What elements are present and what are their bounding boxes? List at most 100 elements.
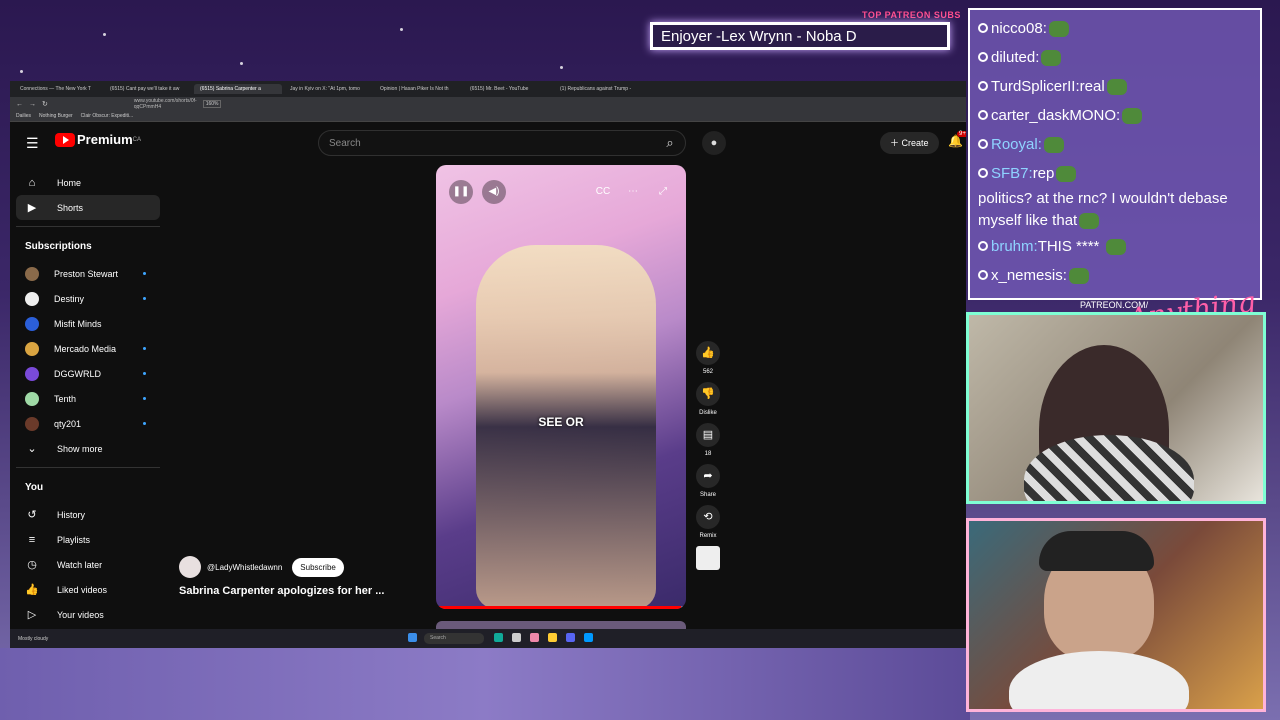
chat-badge-icon (978, 270, 988, 280)
search-icon[interactable]: ⌕ (653, 131, 687, 155)
url-field[interactable]: www.youtube.com/shorts/0f-qqCPmmH4 (134, 98, 197, 110)
sound-thumbnail[interactable] (695, 546, 721, 570)
browser-tab[interactable]: (6515) Sabrina Carpenter a (194, 84, 282, 94)
short-video-player[interactable]: ❚❚ ◀) CC ⋯ ⤢ SEE OR (436, 165, 686, 609)
discord-icon[interactable] (566, 633, 575, 642)
subscribe-button[interactable]: Subscribe (292, 557, 344, 577)
sidebar-item-history[interactable]: ↺ History (16, 502, 160, 527)
channel-avatar (25, 416, 39, 431)
guest-cap (1039, 531, 1154, 571)
emote-icon (1048, 21, 1069, 38)
browser-tab[interactable]: (6515) Cant pay we'll take it aw (104, 84, 192, 94)
top-subs-ticker: Enjoyer -Lex Wrynn - Noba D (650, 22, 950, 50)
browser-window: Connections — The New York T (6515) Cant … (10, 81, 966, 648)
channel-avatar[interactable] (179, 556, 201, 578)
browser-tab[interactable]: Jay in Kyiv on X: "At 1pm, tomo (284, 84, 372, 94)
channel-name[interactable]: @LadyWhistledawnn (207, 563, 282, 572)
weather-widget[interactable]: Mostly cloudy (18, 636, 48, 642)
new-content-dot (143, 347, 146, 350)
chat-message: politics? at the rnc? I wouldn't debase … (978, 188, 1252, 232)
browser-tab[interactable]: Opinion | Hasan Piker Is Not th (374, 84, 462, 94)
sidebar-item-subscription[interactable]: Preston Stewart (16, 261, 160, 286)
back-icon[interactable]: ← (16, 101, 23, 108)
more-icon[interactable]: ⋯ (621, 180, 645, 204)
chat-badge-icon (978, 241, 988, 251)
video-caption: SEE OR (538, 415, 584, 429)
star (400, 28, 403, 31)
bookmark-item[interactable]: Nothing Burger (39, 113, 73, 119)
youtube-logo[interactable]: Premium CA (55, 132, 141, 147)
dislike-button[interactable]: 👎 Dislike (695, 382, 721, 416)
sidebar-item-label: Destiny (54, 293, 85, 304)
taskbar-icons (408, 633, 417, 642)
task-view-icon[interactable] (512, 633, 521, 642)
sidebar-item-playlists[interactable]: ≡ Playlists (16, 527, 160, 552)
sidebar-item-label: Shorts (57, 202, 84, 213)
watch-later-icon: ◷ (27, 559, 37, 571)
show-more-label: Show more (57, 443, 103, 454)
fullscreen-icon[interactable]: ⤢ (651, 180, 675, 204)
video-progress-bar[interactable] (436, 606, 686, 609)
create-button[interactable]: ＋ Create (880, 132, 939, 154)
share-button[interactable]: ➦ Share (695, 464, 721, 498)
notification-badge: 9+ (957, 131, 966, 137)
remix-button[interactable]: ⟲ Remix (695, 505, 721, 539)
edge-icon[interactable] (494, 633, 503, 642)
sidebar-item-label: Home (57, 177, 82, 188)
sidebar-item-label: History (57, 509, 86, 520)
comments-button[interactable]: ▤ 18 (695, 423, 721, 457)
chat-badge-icon (978, 110, 988, 120)
you-heading[interactable]: You (16, 474, 160, 502)
channel-avatar (25, 341, 39, 356)
search-input[interactable]: Search (318, 130, 686, 156)
reload-icon[interactable]: ↻ (42, 100, 48, 108)
new-content-dot (143, 422, 146, 425)
subscriptions-heading[interactable]: Subscriptions (16, 233, 160, 261)
chat-username: SFB7: (991, 165, 1033, 182)
chrome-icon[interactable] (530, 633, 539, 642)
volume-icon[interactable]: ◀) (482, 180, 506, 204)
sidebar-item-label: Your videos (57, 609, 104, 620)
start-icon[interactable] (408, 633, 417, 642)
sidebar-item-watch-later[interactable]: ◷ Watch later (16, 552, 160, 577)
captions-icon[interactable]: CC (591, 180, 615, 204)
short-title[interactable]: Sabrina Carpenter apologizes for her ... (179, 585, 384, 597)
show-more-button[interactable]: ⌄ Show more (16, 436, 160, 461)
forward-icon[interactable]: → (29, 101, 36, 108)
sidebar-item-subscription[interactable]: DGGWRLD (16, 361, 160, 386)
steam-icon[interactable] (584, 633, 593, 642)
folder-icon[interactable] (548, 633, 557, 642)
chat-message: SFB7:rep (978, 159, 1252, 188)
browser-tab[interactable]: Connections — The New York T (14, 84, 102, 94)
channel-avatar (25, 316, 39, 331)
sidebar-item-subscription[interactable]: Tenth (16, 386, 160, 411)
logo-country: CA (132, 136, 141, 143)
chat-message: nicco08: (978, 14, 1252, 43)
channel-avatar (25, 366, 39, 381)
pause-icon[interactable]: ❚❚ (449, 180, 473, 204)
sidebar-item-subscription[interactable]: Mercado Media (16, 336, 160, 361)
browser-tab[interactable]: (6515) Mr. Beet - YouTube (464, 84, 552, 94)
like-button[interactable]: 👍 562 (695, 341, 721, 375)
chat-panel: nicco08: diluted: TurdSplicerII:real carter… (968, 8, 1262, 300)
sidebar-item-subscription[interactable]: Misfit Minds (16, 311, 160, 336)
your-videos-icon: ▷ (27, 609, 37, 621)
taskbar-search[interactable]: Search (424, 633, 484, 644)
sidebar-item-subscription[interactable]: qty201 (16, 411, 160, 436)
sidebar-item-shorts[interactable]: ▶ Shorts (16, 195, 160, 220)
chat-message: TurdSplicerII:real (978, 72, 1252, 101)
bookmark-item[interactable]: Clair Obscur: Expediti... (81, 113, 134, 119)
zoom-indicator[interactable]: 160% (202, 100, 222, 108)
browser-tab[interactable]: (1) Republicans against Trump - (554, 84, 642, 94)
sidebar-item-label: Playlists (57, 534, 91, 545)
comment-count: 18 (704, 451, 712, 457)
bookmark-item[interactable]: Dailies (16, 113, 31, 119)
sidebar-item-your-videos[interactable]: ▷ Your videos (16, 602, 160, 627)
sidebar-item-liked-videos[interactable]: 👍 Liked videos (16, 577, 160, 602)
chat-message: Rooyal: (978, 130, 1252, 159)
sidebar-item-subscription[interactable]: Destiny (16, 286, 160, 311)
mic-icon[interactable]: ● (702, 131, 726, 155)
sidebar-item-home[interactable]: ⌂ Home (16, 170, 160, 195)
menu-icon[interactable]: ☰ (26, 135, 39, 152)
sidebar-divider (16, 226, 160, 227)
